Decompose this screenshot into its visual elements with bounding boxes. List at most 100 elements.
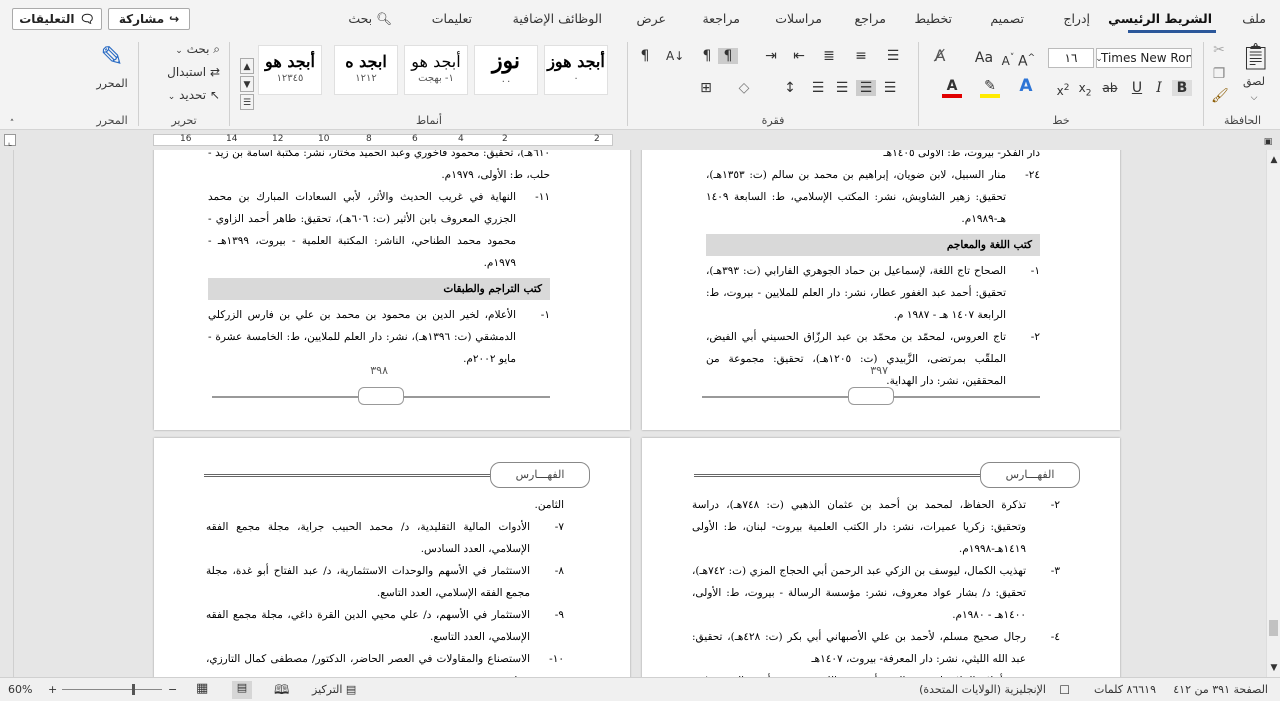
align-right-icon[interactable]: ☰ xyxy=(880,80,900,96)
increase-indent-icon[interactable]: ⇥ xyxy=(762,48,780,64)
horizontal-ruler-bar: ⌞ 2 2 4 6 8 10 12 14 16 ▣ xyxy=(0,130,1280,150)
underline-icon[interactable]: U xyxy=(1128,80,1146,96)
read-mode-icon[interactable]: 🕮︎ xyxy=(274,681,289,701)
cut-icon[interactable]: ✂ xyxy=(1211,42,1227,58)
style-item[interactable]: أبجد هوز ٠ xyxy=(544,45,608,95)
tab-file[interactable]: ملف xyxy=(1242,11,1266,26)
style-item[interactable]: نوز ٠٠ xyxy=(474,45,538,95)
scrollbar-thumb[interactable] xyxy=(1269,620,1278,636)
page-content: ٦١٠هـ)، تحقيق: محمود فاخوري وعبد الحميد … xyxy=(208,150,550,370)
print-layout-icon[interactable]: ▤ xyxy=(232,681,252,699)
proofing-icon[interactable]: ☐ xyxy=(1059,683,1070,697)
tab-references[interactable]: مراجع xyxy=(855,11,886,26)
find-button[interactable]: ⌕ بحث ⌄ xyxy=(175,42,220,57)
font-name-field[interactable]: Times New Roman xyxy=(1096,48,1192,68)
document-page[interactable]: الفهـــارس الثامن. ٧- الأدوات المالية التق… xyxy=(154,438,630,677)
italic-icon[interactable]: I xyxy=(1150,80,1168,96)
bold-icon[interactable]: B xyxy=(1172,80,1192,96)
zoom-level[interactable]: 60% xyxy=(8,683,32,696)
tab-mailings[interactable]: مراسلات xyxy=(775,11,822,26)
styles-more-icon[interactable]: ☰ xyxy=(240,94,254,110)
multilevel-list-icon[interactable]: ≣ xyxy=(820,48,838,64)
chevron-down-icon[interactable]: ⌵ xyxy=(1249,90,1259,106)
show-formatting-icon[interactable]: ¶ xyxy=(636,48,654,64)
align-left-icon[interactable]: ☰ xyxy=(832,80,852,96)
ltr-direction-icon[interactable]: ¶ xyxy=(698,48,716,64)
zoom-in-icon[interactable]: + xyxy=(48,683,57,696)
strikethrough-icon[interactable]: ab xyxy=(1100,80,1120,96)
scroll-up-icon[interactable]: ▲ xyxy=(1268,152,1280,168)
zoom-slider[interactable] xyxy=(62,684,162,695)
entry-number: ١١- xyxy=(535,191,550,203)
tab-home[interactable]: الشريط الرئيسي xyxy=(1108,11,1212,26)
comments-button[interactable]: 🗨︎ التعليقات xyxy=(12,8,102,30)
sort-icon[interactable]: A↓ xyxy=(666,48,684,64)
styles-scroll-down-icon[interactable]: ▼ xyxy=(240,76,254,92)
editor-group: ✎ المحرر المحرر xyxy=(86,38,138,130)
editor-icon[interactable]: ✎ xyxy=(94,40,130,74)
page-count[interactable]: الصفحة ٣٩١ من ٤١٢ xyxy=(1173,683,1268,696)
entry-text: الاستثمار في الأسهم والوحدات الاستثمارية… xyxy=(206,565,530,599)
copy-icon[interactable]: ❐ xyxy=(1211,66,1227,82)
share-button[interactable]: ↪ مشاركة xyxy=(108,8,190,30)
superscript-icon[interactable]: x2 xyxy=(1054,80,1072,99)
language-indicator[interactable]: الإنجليزية (الولايات المتحدة) xyxy=(919,683,1046,696)
tab-design[interactable]: تصميم xyxy=(990,11,1024,26)
ruler-mark: 4 xyxy=(458,134,464,144)
justify-icon[interactable]: ☰ xyxy=(808,80,828,96)
horizontal-ruler[interactable]: 2 2 4 6 8 10 12 14 16 xyxy=(153,134,613,146)
page-number: ٣٩٨ xyxy=(370,364,388,377)
text-effects-icon[interactable]: A xyxy=(1016,78,1036,95)
style-item[interactable]: ابجد ه ١٢١٢ xyxy=(334,45,398,95)
zoom-slider-thumb[interactable] xyxy=(132,684,135,695)
styles-scroll-up-icon[interactable]: ▲ xyxy=(240,58,254,74)
shrink-font-icon[interactable]: A˅ xyxy=(1000,50,1016,69)
tab-layout[interactable]: تخطيط xyxy=(915,11,952,26)
vertical-scrollbar[interactable]: ▲ ▼ xyxy=(1266,150,1280,677)
line-spacing-icon[interactable]: ↕ xyxy=(780,80,800,96)
ruler-toggle-icon[interactable]: ▣ xyxy=(1262,134,1274,150)
align-center-icon[interactable]: ☰ xyxy=(856,80,876,96)
document-page[interactable]: الفهـــارس ٢- تذكرة الحفاظ، لمحمد بن أحمد… xyxy=(642,438,1120,677)
font-size-field[interactable]: ١٦ xyxy=(1048,48,1094,68)
entry-number: ١- xyxy=(1030,265,1040,277)
clear-formatting-icon[interactable]: A̸ xyxy=(930,48,950,64)
word-count[interactable]: ٨٦٦١٩ كلمات xyxy=(1094,683,1156,696)
font-name-dropdown-icon[interactable]: ⌄ xyxy=(1094,51,1104,67)
borders-icon[interactable]: ⊞ xyxy=(696,80,716,96)
style-name: ١- بهجت xyxy=(418,73,454,84)
numbering-icon[interactable]: ≡ xyxy=(852,48,870,64)
bullets-icon[interactable]: ☰ xyxy=(884,48,902,64)
document-page[interactable]: ٦١٠هـ)، تحقيق: محمود فاخوري وعبد الحميد … xyxy=(154,150,630,430)
grow-font-icon[interactable]: A^ xyxy=(1018,50,1035,70)
decrease-indent-icon[interactable]: ⇤ xyxy=(790,48,808,64)
document-workspace[interactable]: دار الفكر- بيروت، ط: الأولى ١٤٠٥هـ ٢٤- منا… xyxy=(14,150,1266,677)
focus-mode-button[interactable]: ▤ التركيز xyxy=(312,683,356,696)
share-icon: ↪ xyxy=(169,12,180,26)
editor-label[interactable]: المحرر xyxy=(86,76,138,92)
replace-button[interactable]: ⇄ استبدال xyxy=(167,65,220,79)
font-color-icon[interactable]: A xyxy=(942,78,962,98)
style-item[interactable]: أبجد هو ١٢٣٤٥ xyxy=(258,45,322,95)
format-painter-icon[interactable]: 🖌︎ xyxy=(1211,88,1229,104)
document-page[interactable]: دار الفكر- بيروت، ط: الأولى ١٤٠٥هـ ٢٤- منا… xyxy=(642,150,1120,430)
tab-insert[interactable]: إدراج xyxy=(1063,11,1090,26)
select-button[interactable]: ↖ تحديد ⌄ xyxy=(168,88,220,102)
tab-search[interactable]: 🔍︎ بحث xyxy=(348,11,392,27)
subscript-icon[interactable]: x2 xyxy=(1076,80,1094,101)
tab-review[interactable]: مراجعة xyxy=(702,11,740,26)
change-case-label[interactable]: Aa xyxy=(972,50,996,66)
tab-selector-icon[interactable]: ⌞ xyxy=(4,134,16,148)
highlight-color-icon[interactable]: ✎ xyxy=(980,78,1000,98)
tab-help[interactable]: تعليمات xyxy=(432,11,472,26)
paste-label[interactable]: لصق xyxy=(1239,74,1269,90)
scroll-down-icon[interactable]: ▼ xyxy=(1268,660,1280,676)
paste-icon[interactable]: 📋︎ xyxy=(1239,42,1272,72)
tab-view[interactable]: عرض xyxy=(637,11,666,26)
web-layout-icon[interactable]: ▦ xyxy=(196,681,208,696)
rtl-direction-icon[interactable]: ¶ xyxy=(718,48,738,64)
tab-addins[interactable]: الوظائف الإضافية xyxy=(513,11,602,26)
shading-icon[interactable]: ◇ xyxy=(734,80,754,96)
style-item[interactable]: أبجد هو ١- بهجت xyxy=(404,45,468,95)
zoom-out-icon[interactable]: − xyxy=(168,683,177,696)
